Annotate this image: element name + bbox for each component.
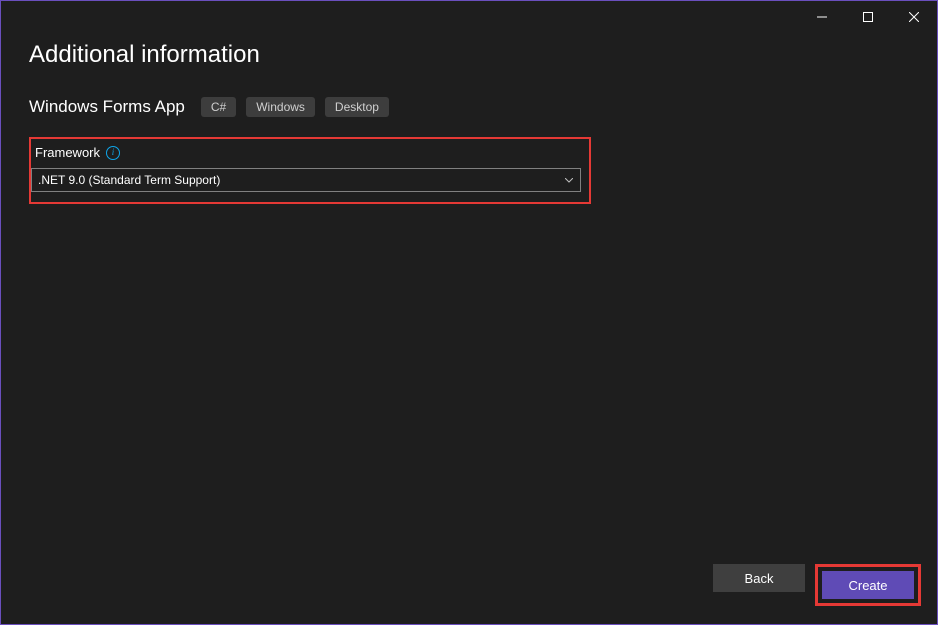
info-icon[interactable]: i (106, 146, 120, 160)
titlebar (1, 1, 937, 33)
chevron-down-icon (562, 173, 576, 187)
tag-platform: Windows (246, 97, 315, 117)
main-content: Additional information Windows Forms App… (1, 33, 937, 204)
back-button[interactable]: Back (713, 564, 805, 592)
framework-label: Framework (35, 145, 100, 160)
framework-dropdown[interactable]: .NET 9.0 (Standard Term Support) (31, 168, 581, 192)
create-highlight: Create (815, 564, 921, 606)
maximize-button[interactable] (845, 1, 891, 33)
page-title: Additional information (29, 41, 909, 69)
framework-section: Framework i .NET 9.0 (Standard Term Supp… (29, 137, 909, 204)
tag-apptype: Desktop (325, 97, 389, 117)
minimize-button[interactable] (799, 1, 845, 33)
tag-language: C# (201, 97, 236, 117)
footer: Back Create (713, 564, 921, 606)
framework-label-row: Framework i (35, 145, 581, 160)
framework-highlight: Framework i .NET 9.0 (Standard Term Supp… (29, 137, 591, 204)
window-controls (799, 1, 937, 33)
subtitle-row: Windows Forms App C# Windows Desktop (29, 97, 909, 117)
close-button[interactable] (891, 1, 937, 33)
project-template-name: Windows Forms App (29, 97, 185, 117)
create-button[interactable]: Create (822, 571, 914, 599)
framework-selected-value: .NET 9.0 (Standard Term Support) (38, 173, 220, 187)
